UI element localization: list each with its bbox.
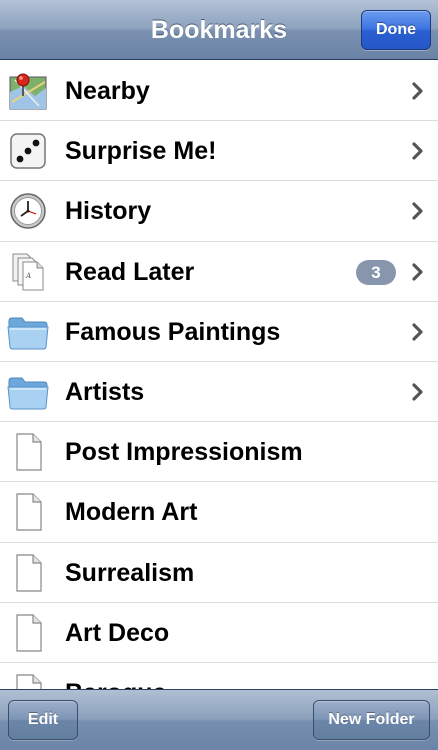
list-item-history[interactable]: History [0, 181, 438, 242]
folder-icon [7, 317, 49, 350]
done-button[interactable]: Done [361, 10, 431, 50]
list-item-post-impressionism[interactable]: Post Impressionism [0, 422, 438, 483]
map-pin-icon [9, 73, 47, 110]
chevron-right-icon [412, 202, 423, 220]
chevron-right-icon [412, 142, 423, 160]
bookmarks-list: Nearby Surprise Me! History A Read Later… [0, 61, 438, 689]
list-item-label: Baroque [65, 663, 166, 689]
list-item-label: Surrealism [65, 558, 195, 587]
new-folder-button[interactable]: New Folder [313, 700, 430, 740]
navigation-bar: Bookmarks Done [0, 0, 438, 60]
chevron-right-icon [412, 262, 423, 281]
document-icon [16, 553, 42, 592]
list-item-label: Famous Paintings [65, 317, 281, 346]
list-item-surprise-me[interactable]: Surprise Me! [0, 121, 438, 182]
svg-text:A: A [25, 272, 31, 280]
document-icon [16, 433, 42, 471]
list-item-label: Read Later [65, 257, 195, 286]
list-item-label: Artists [65, 377, 145, 406]
list-item-label: Nearby [65, 77, 150, 105]
chevron-right-icon [412, 383, 423, 401]
list-item-modern-art[interactable]: Modern Art [0, 482, 438, 543]
chevron-right-icon [412, 323, 423, 341]
bottom-toolbar: Edit New Folder [0, 689, 438, 750]
list-item-label: Surprise Me! [65, 137, 217, 166]
list-item-nearby[interactable]: Nearby [0, 61, 438, 122]
clock-icon [10, 193, 46, 230]
folder-icon [7, 377, 49, 410]
edit-button[interactable]: Edit [8, 700, 78, 740]
list-item-label: Modern Art [65, 498, 198, 527]
chevron-right-icon [412, 82, 423, 100]
list-item-artists[interactable]: Artists [0, 361, 438, 423]
document-icon [16, 614, 42, 652]
list-item-label: Post Impressionism [65, 438, 303, 467]
document-icon [16, 493, 42, 531]
documents-icon: A [12, 253, 44, 291]
list-item-surrealism[interactable]: Surrealism [0, 542, 438, 603]
list-item-baroque[interactable]: Baroque [0, 662, 438, 689]
document-icon [16, 674, 42, 689]
list-item-read-later[interactable]: A Read Later 3 [0, 241, 438, 302]
list-item-label: History [65, 197, 152, 226]
count-badge: 3 [356, 259, 396, 285]
dice-icon [10, 133, 46, 169]
list-item-famous-paintings[interactable]: Famous Paintings [0, 301, 438, 362]
list-item-art-deco[interactable]: Art Deco [0, 602, 438, 663]
list-item-label: Art Deco [65, 618, 170, 647]
